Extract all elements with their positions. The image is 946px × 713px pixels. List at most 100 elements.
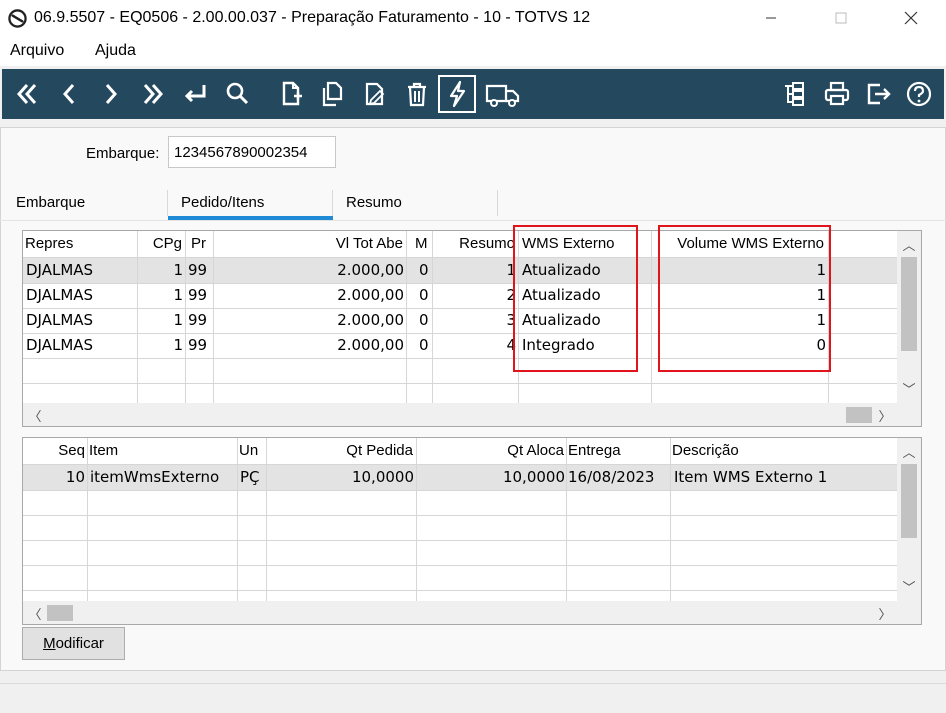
cell-resumo[interactable]: 1 — [434, 258, 516, 283]
vertical-scrollbar[interactable]: ︿ ﹀ — [897, 231, 921, 403]
col-header-descricao[interactable]: Descrição — [672, 438, 894, 464]
itens-grid[interactable]: Seq Item Un Qt Pedida Qt Aloca Entrega D… — [22, 437, 922, 625]
col-header-seq[interactable]: Seq — [25, 438, 85, 464]
copy-button[interactable] — [314, 75, 352, 113]
close-button[interactable] — [888, 0, 934, 36]
tab-pedido-itens[interactable]: Pedido/Itens — [181, 194, 264, 211]
col-header-qt-pedida[interactable]: Qt Pedida — [269, 438, 413, 464]
cell-repres[interactable]: DJALMAS — [26, 283, 134, 308]
maximize-button[interactable] — [818, 0, 864, 36]
scroll-thumb[interactable] — [901, 464, 917, 538]
scroll-down-icon[interactable]: ﹀ — [900, 379, 918, 397]
cell-pr[interactable]: 99 — [188, 333, 212, 358]
scroll-up-icon[interactable]: ︿ — [900, 442, 918, 460]
cell-repres[interactable]: DJALMAS — [26, 258, 134, 283]
minimize-button[interactable] — [748, 0, 794, 36]
delete-icon — [408, 82, 426, 107]
cell-pr[interactable]: 99 — [188, 283, 212, 308]
scroll-down-icon[interactable]: ﹀ — [900, 577, 918, 595]
close-icon — [904, 11, 918, 25]
cell-pr[interactable]: 99 — [188, 258, 212, 283]
col-header-pr[interactable]: Pr — [191, 231, 215, 257]
cell-seq[interactable]: 10 — [25, 465, 85, 490]
scroll-thumb[interactable] — [901, 257, 917, 351]
cell-resumo[interactable]: 2 — [434, 283, 516, 308]
structure-button[interactable] — [776, 75, 814, 113]
col-header-vl-tot-abe[interactable]: Vl Tot Abe — [215, 231, 403, 257]
embarque-label: Embarque: — [86, 145, 160, 162]
cell-cpg[interactable]: 1 — [138, 333, 183, 358]
edit-button[interactable] — [356, 75, 394, 113]
cell-m[interactable]: 0 — [419, 333, 431, 358]
horizontal-scrollbar[interactable]: 〈 〉 — [23, 403, 921, 426]
cell-vl-tot-abe[interactable]: 2.000,00 — [215, 283, 404, 308]
print-button[interactable] — [818, 75, 856, 113]
tab-resumo[interactable]: Resumo — [346, 194, 402, 211]
minimize-icon — [766, 17, 776, 19]
scroll-up-icon[interactable]: ︿ — [900, 235, 918, 253]
cell-cpg[interactable]: 1 — [138, 308, 183, 333]
cell-un[interactable]: PÇ — [240, 465, 265, 490]
cell-descricao[interactable]: Item WMS Externo 1 — [674, 465, 896, 490]
embarque-input[interactable] — [168, 136, 336, 168]
cell-m[interactable]: 0 — [419, 308, 431, 333]
print-icon — [824, 81, 850, 106]
cell-item[interactable]: itemWmsExterno — [90, 465, 236, 490]
cell-m[interactable]: 0 — [419, 258, 431, 283]
scroll-right-icon[interactable]: 〉 — [876, 406, 894, 424]
new-button[interactable] — [272, 75, 310, 113]
cell-vl-tot-abe[interactable]: 2.000,00 — [215, 333, 404, 358]
scroll-right-icon[interactable]: 〉 — [876, 604, 894, 622]
exit-button[interactable] — [860, 75, 898, 113]
cell-cpg[interactable]: 1 — [138, 258, 183, 283]
modificar-label: odificar — [55, 635, 104, 652]
vertical-scrollbar[interactable]: ︿ ﹀ — [897, 438, 921, 601]
action-button[interactable] — [438, 75, 476, 113]
scroll-left-icon[interactable]: 〈 — [26, 604, 44, 622]
cell-cpg[interactable]: 1 — [138, 283, 183, 308]
delete-button[interactable] — [398, 75, 436, 113]
help-button[interactable] — [900, 75, 938, 113]
cell-qt-pedida[interactable]: 10,0000 — [269, 465, 414, 490]
last-icon — [143, 84, 164, 104]
cell-pr[interactable]: 99 — [188, 308, 212, 333]
col-header-un[interactable]: Un — [239, 438, 265, 464]
cell-entrega[interactable]: 16/08/2023 — [568, 465, 669, 490]
exit-icon — [867, 83, 891, 105]
cell-vl-tot-abe[interactable]: 2.000,00 — [215, 308, 404, 333]
menu-arquivo[interactable]: Arquivo — [10, 42, 64, 60]
cell-repres[interactable]: DJALMAS — [26, 333, 134, 358]
cell-qt-aloca[interactable]: 10,0000 — [419, 465, 565, 490]
menu-ajuda[interactable]: Ajuda — [95, 42, 136, 60]
col-divider — [566, 438, 567, 601]
previous-record-button[interactable] — [50, 75, 88, 113]
col-header-entrega[interactable]: Entrega — [568, 438, 668, 464]
col-header-qt-aloca[interactable]: Qt Aloca — [418, 438, 564, 464]
modificar-mnemonic: M — [43, 635, 56, 652]
shipment-button[interactable] — [484, 75, 522, 113]
horizontal-scrollbar[interactable]: 〈 〉 — [23, 601, 921, 624]
tab-separator — [332, 190, 333, 216]
col-header-resumo[interactable]: Resumo — [433, 231, 515, 257]
previous-icon — [62, 84, 75, 104]
tab-embarque[interactable]: Embarque — [16, 194, 85, 211]
col-header-item[interactable]: Item — [89, 438, 234, 464]
cell-m[interactable]: 0 — [419, 283, 431, 308]
cell-resumo[interactable]: 4 — [434, 333, 516, 358]
first-record-button[interactable] — [8, 75, 46, 113]
scroll-thumb[interactable] — [846, 407, 872, 423]
cell-resumo[interactable]: 3 — [434, 308, 516, 333]
last-record-button[interactable] — [134, 75, 172, 113]
col-header-cpg[interactable]: CPg — [138, 231, 182, 257]
cell-repres[interactable]: DJALMAS — [26, 308, 134, 333]
scroll-left-icon[interactable]: 〈 — [26, 406, 44, 424]
col-header-m[interactable]: M — [415, 231, 431, 257]
col-header-repres[interactable]: Repres — [25, 231, 135, 257]
modificar-button[interactable]: Modificar — [22, 627, 125, 660]
cell-vl-tot-abe[interactable]: 2.000,00 — [215, 258, 404, 283]
row-divider — [23, 540, 897, 541]
scroll-thumb[interactable] — [47, 605, 73, 621]
return-button[interactable] — [176, 75, 214, 113]
search-button[interactable] — [218, 75, 256, 113]
next-record-button[interactable] — [92, 75, 130, 113]
